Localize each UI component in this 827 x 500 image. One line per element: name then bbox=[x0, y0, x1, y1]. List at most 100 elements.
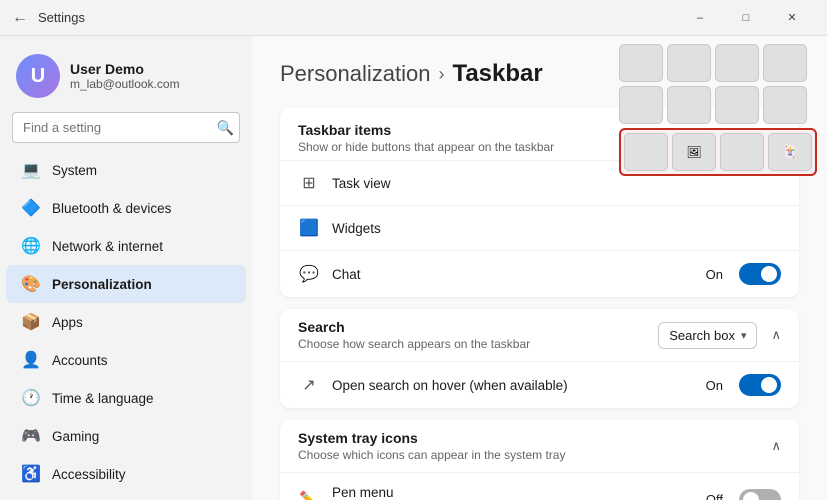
sidebar-item-gaming[interactable]: 🎮 Gaming bbox=[6, 417, 246, 455]
search-title: Search bbox=[298, 319, 530, 335]
widgets-row: 🟦 Widgets bbox=[280, 205, 799, 250]
search-icon[interactable]: 🔍 bbox=[217, 119, 234, 136]
avatar: U bbox=[16, 54, 60, 98]
open-search-toggle[interactable] bbox=[739, 374, 781, 396]
sidebar-item-label: Personalization bbox=[52, 277, 152, 292]
apps-icon: 📦 bbox=[22, 313, 40, 331]
search-appearance-dropdown[interactable]: Search box ▾ bbox=[658, 322, 757, 349]
user-info: User Demo m_lab@outlook.com bbox=[70, 61, 180, 91]
sidebar-item-time[interactable]: 🕐 Time & language bbox=[6, 379, 246, 417]
chat-toggle-group: On bbox=[706, 263, 781, 285]
search-subtitle: Choose how search appears on the taskbar bbox=[298, 337, 530, 351]
time-icon: 🕐 bbox=[22, 389, 40, 407]
sidebar: U User Demo m_lab@outlook.com 🔍 💻 System… bbox=[0, 36, 252, 500]
open-search-hover-row: ↗ Open search on hover (when available) … bbox=[280, 361, 799, 408]
sidebar-item-label: Accounts bbox=[52, 353, 108, 368]
search-input[interactable] bbox=[12, 112, 240, 143]
task-view-label: Task view bbox=[332, 176, 391, 191]
gaming-icon: 🎮 bbox=[22, 427, 40, 445]
chat-toggle-label: On bbox=[706, 267, 723, 282]
search-section-header: Search Choose how search appears on the … bbox=[280, 309, 799, 361]
titlebar: ← Settings – □ ✕ bbox=[0, 0, 827, 36]
system-tray-section: System tray icons Choose which icons can… bbox=[280, 420, 799, 500]
chat-label: Chat bbox=[332, 267, 361, 282]
user-email: m_lab@outlook.com bbox=[70, 77, 180, 91]
breadcrumb-parent[interactable]: Personalization bbox=[280, 61, 430, 87]
thumb-cell[interactable] bbox=[715, 86, 759, 124]
page-title: Taskbar bbox=[452, 60, 542, 88]
widgets-icon: 🟦 bbox=[298, 218, 320, 238]
close-button[interactable]: ✕ bbox=[769, 0, 815, 36]
app-body: U User Demo m_lab@outlook.com 🔍 💻 System… bbox=[0, 36, 827, 500]
sidebar-item-apps[interactable]: 📦 Apps bbox=[6, 303, 246, 341]
sidebar-item-bluetooth[interactable]: 🔷 Bluetooth & devices bbox=[6, 189, 246, 227]
main-content: 🖼 🃏 Personalization › Taskbar Taskbar it… bbox=[252, 36, 827, 500]
maximize-button[interactable]: □ bbox=[723, 0, 769, 36]
sidebar-item-label: Network & internet bbox=[52, 239, 163, 254]
network-icon: 🌐 bbox=[22, 237, 40, 255]
sidebar-item-label: Apps bbox=[52, 315, 83, 330]
sidebar-item-system[interactable]: 💻 System bbox=[6, 151, 246, 189]
pen-menu-toggle[interactable] bbox=[739, 489, 781, 500]
user-name: User Demo bbox=[70, 61, 180, 77]
pen-menu-toggle-group: Off bbox=[706, 489, 781, 500]
widgets-label: Widgets bbox=[332, 221, 381, 236]
system-tray-title: System tray icons bbox=[298, 430, 565, 446]
search-section: Search Choose how search appears on the … bbox=[280, 309, 799, 408]
sidebar-item-label: Time & language bbox=[52, 391, 154, 406]
system-tray-collapse-button[interactable]: ∧ bbox=[771, 438, 781, 454]
open-search-icon: ↗ bbox=[298, 375, 320, 395]
thumb-cell-selected[interactable] bbox=[720, 133, 764, 171]
pen-menu-label: Pen menu bbox=[332, 485, 547, 500]
thumb-cell[interactable] bbox=[667, 86, 711, 124]
thumb-cell[interactable] bbox=[763, 44, 807, 82]
thumb-cell[interactable] bbox=[619, 86, 663, 124]
titlebar-title: Settings bbox=[38, 10, 85, 25]
sidebar-item-label: System bbox=[52, 163, 97, 178]
sidebar-item-accessibility[interactable]: ♿ Accessibility bbox=[6, 455, 246, 493]
user-profile: U User Demo m_lab@outlook.com bbox=[0, 44, 252, 112]
thumb-cell-selected-icon[interactable]: 🖼 bbox=[672, 133, 716, 171]
open-search-toggle-label: On bbox=[706, 378, 723, 393]
system-tray-subtitle: Choose which icons can appear in the sys… bbox=[298, 448, 565, 462]
thumb-cell-selected[interactable] bbox=[624, 133, 668, 171]
chat-row: 💬 Chat On bbox=[280, 250, 799, 297]
titlebar-controls: – □ ✕ bbox=[677, 0, 815, 36]
accessibility-icon: ♿ bbox=[22, 465, 40, 483]
sidebar-item-network[interactable]: 🌐 Network & internet bbox=[6, 227, 246, 265]
chevron-down-icon: ▾ bbox=[741, 329, 747, 342]
accounts-icon: 👤 bbox=[22, 351, 40, 369]
back-button[interactable]: ← bbox=[12, 9, 28, 27]
search-dropdown-value: Search box bbox=[669, 328, 735, 343]
chat-icon: 💬 bbox=[298, 264, 320, 284]
thumb-cell[interactable] bbox=[763, 86, 807, 124]
pen-menu-icon: ✏️ bbox=[298, 490, 320, 500]
open-search-toggle-group: On bbox=[706, 374, 781, 396]
pen-menu-row: ✏️ Pen menu Show pen menu icon when pen … bbox=[280, 472, 799, 500]
titlebar-left: ← Settings bbox=[12, 9, 85, 27]
sidebar-nav: 💻 System 🔷 Bluetooth & devices 🌐 Network… bbox=[0, 151, 252, 500]
search-collapse-button[interactable]: ∧ bbox=[771, 327, 781, 343]
thumb-cell[interactable] bbox=[619, 44, 663, 82]
system-tray-header: System tray icons Choose which icons can… bbox=[280, 420, 799, 472]
sidebar-item-label: Accessibility bbox=[52, 467, 126, 482]
system-icon: 💻 bbox=[22, 161, 40, 179]
minimize-button[interactable]: – bbox=[677, 0, 723, 36]
personalization-icon: 🎨 bbox=[22, 275, 40, 293]
bluetooth-icon: 🔷 bbox=[22, 199, 40, 217]
sidebar-search-box: 🔍 bbox=[12, 112, 240, 143]
sidebar-item-label: Bluetooth & devices bbox=[52, 201, 171, 216]
thumb-cell[interactable] bbox=[667, 44, 711, 82]
sidebar-item-label: Gaming bbox=[52, 429, 99, 444]
pen-menu-toggle-label: Off bbox=[706, 492, 723, 500]
chat-toggle[interactable] bbox=[739, 263, 781, 285]
thumbnail-grid-overlay: 🖼 🃏 bbox=[619, 44, 817, 176]
open-search-label: Open search on hover (when available) bbox=[332, 378, 568, 393]
sidebar-item-accounts[interactable]: 👤 Accounts bbox=[6, 341, 246, 379]
breadcrumb-chevron: › bbox=[438, 64, 444, 85]
thumb-cell[interactable] bbox=[715, 44, 759, 82]
sidebar-item-privacy[interactable]: 🔒 Privacy & security bbox=[6, 493, 246, 500]
task-view-icon: ⊞ bbox=[298, 173, 320, 193]
thumb-cell-selected-icon[interactable]: 🃏 bbox=[768, 133, 812, 171]
sidebar-item-personalization[interactable]: 🎨 Personalization bbox=[6, 265, 246, 303]
